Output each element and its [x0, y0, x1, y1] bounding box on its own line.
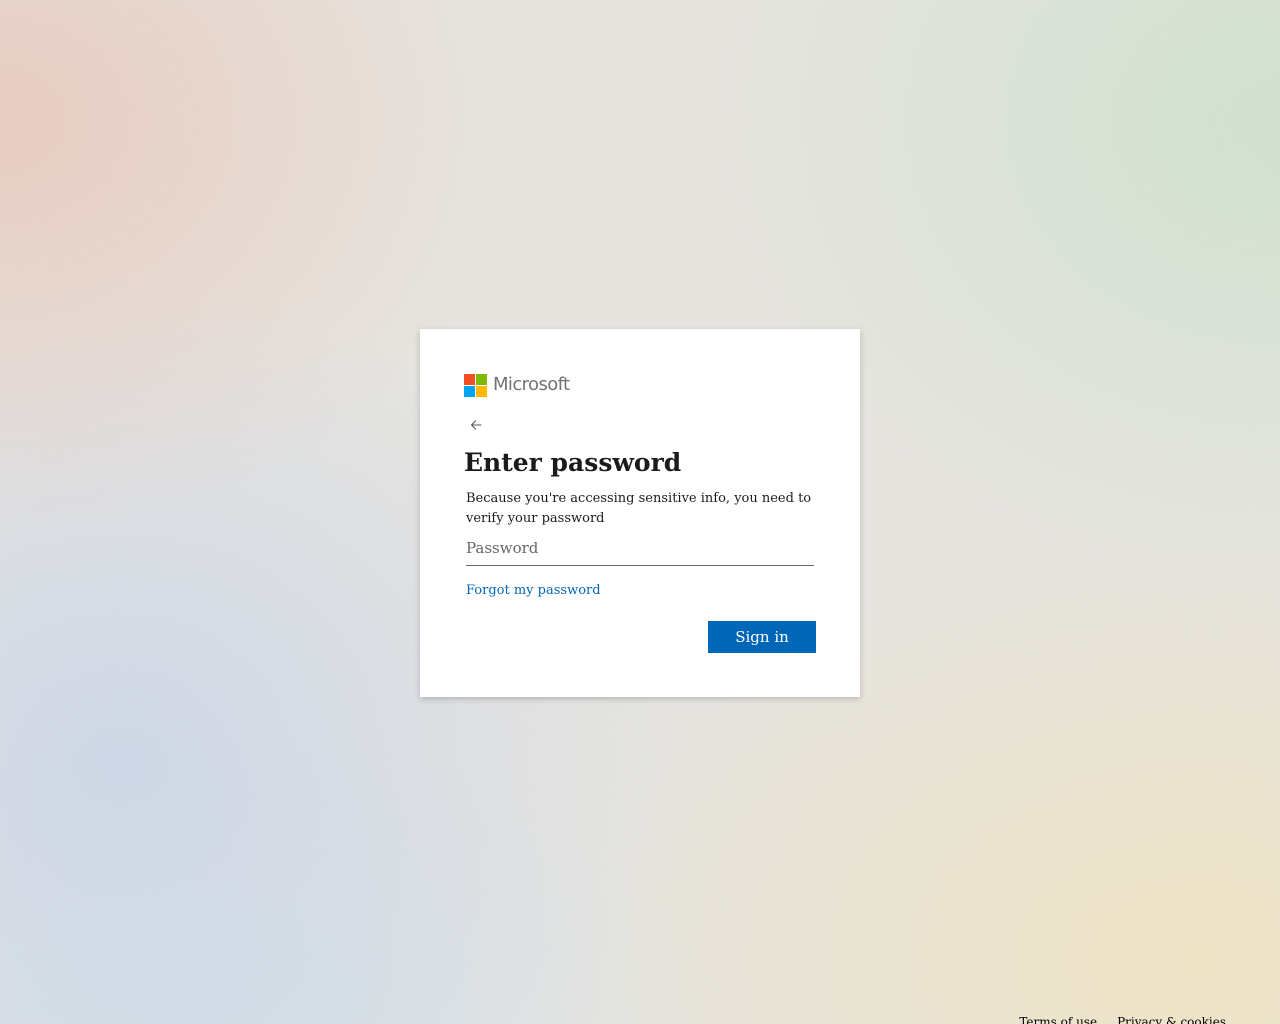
sign-in-button[interactable]: Sign in — [708, 621, 816, 653]
microsoft-logo: Microsoft — [464, 373, 570, 397]
arrow-left-icon — [470, 420, 482, 430]
forgot-password-link[interactable]: Forgot my password — [466, 582, 601, 600]
page-title: Enter password — [464, 448, 682, 477]
logo-square-red — [464, 373, 475, 385]
terms-of-use-link[interactable]: Terms of use — [1019, 1014, 1097, 1024]
logo-wordmark: Microsoft — [493, 374, 570, 395]
password-input[interactable] — [466, 533, 814, 563]
logo-square-yellow — [476, 385, 487, 397]
signin-card: Microsoft Enter password Because you're … — [420, 329, 860, 697]
logo-square-blue — [464, 385, 475, 397]
microsoft-logo-icon — [464, 373, 487, 397]
back-button[interactable] — [464, 413, 488, 437]
privacy-cookies-link[interactable]: Privacy & cookies — [1117, 1014, 1226, 1024]
footer: Terms of use Privacy & cookies — [1019, 1014, 1226, 1024]
password-field-wrapper — [466, 533, 814, 566]
logo-square-green — [476, 373, 487, 385]
description-text: Because you're accessing sensitive info,… — [466, 491, 812, 526]
